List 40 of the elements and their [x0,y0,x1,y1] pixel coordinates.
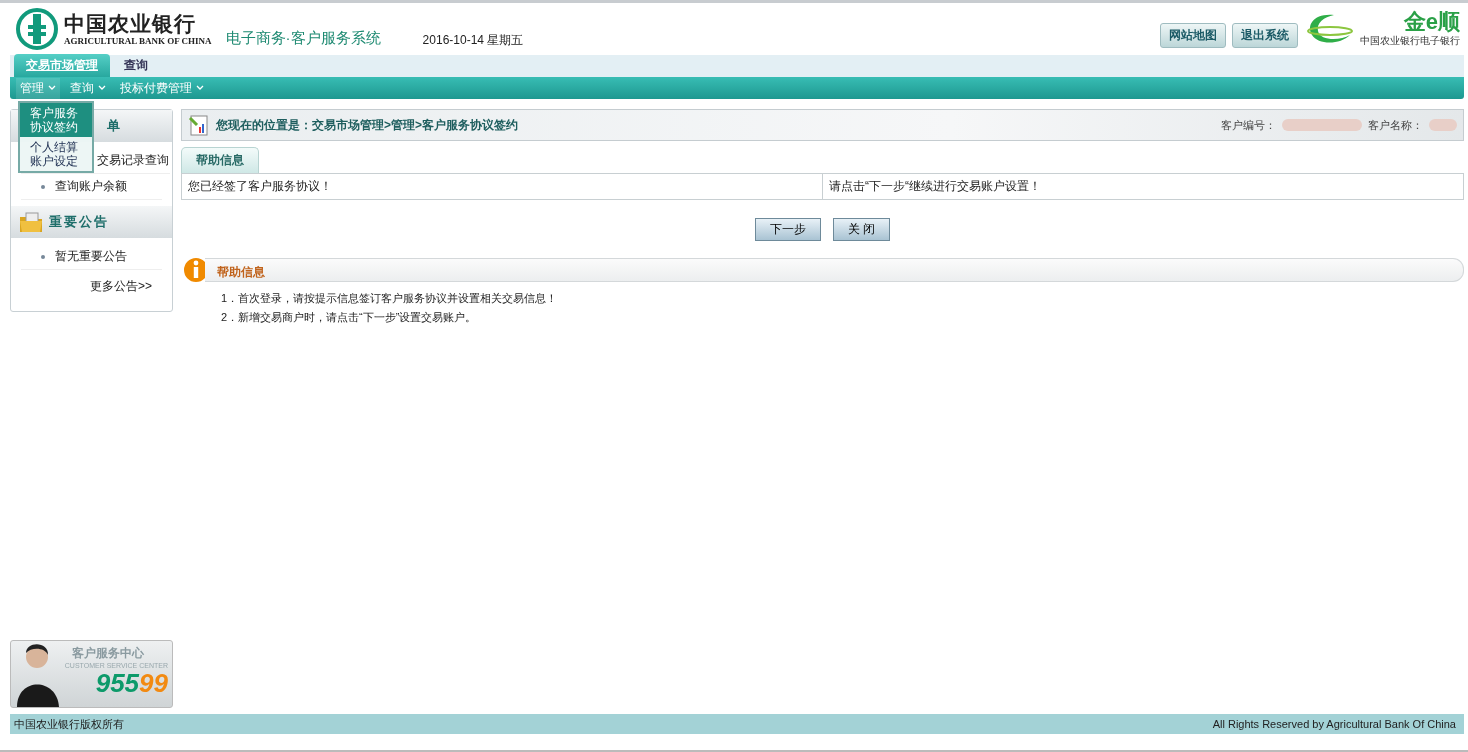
table-cell: 请点击“下一步“继续进行交易账户设置！ [822,174,1463,199]
panel-title: 重要公告 [49,213,109,231]
report-icon [188,114,210,136]
bank-name-english: AGRICULTURAL BANK OF CHINA [64,36,212,46]
customer-name-label: 客户名称： [1368,117,1423,133]
folder-icon [19,211,43,233]
header-button[interactable]: 网站地图 [1160,22,1226,48]
bank-name: 中国农业银行 [64,12,197,36]
bullet-icon [41,254,45,259]
brand-subtitle: 中国农业银行电子银行 [1360,34,1460,48]
action-button[interactable]: 关 闭 [832,218,891,241]
banner-title: 客户服务中心 [72,645,144,662]
caret-icon [98,85,106,91]
dropdown-item[interactable]: 个人结算账户设定 [20,137,92,171]
rights-text: All Rights Reserved by Agricultural Bank Of China [1212,718,1456,730]
dropdown-item[interactable]: 客户服务协议签约 [20,103,92,137]
date-text: 2016-10-14 星期五 [422,31,524,49]
brand-name: 金e顺 [1403,10,1460,34]
panel-title: 单 [107,117,122,135]
help-text: 1．首次登录，请按提示信息签订客户服务协议并设置相关交易信息！ [221,291,559,306]
breadcrumb-text: 您现在的位置是：交易市场管理>管理>客户服务协议签约 [216,116,518,134]
help-text: 2．新增交易商户时，请点击“下一步”设置交易账户。 [221,310,478,325]
phone-number: 95599 [95,669,168,697]
sidebar-link[interactable]: 暂无重要公告 [55,248,127,265]
sidebar-link[interactable]: 查询账户余额 [55,178,127,195]
copyright-text: 中国农业银行版权所有 [14,716,124,732]
table-cell-text: 您已经签了客户服务协议！ [187,178,333,195]
action-button[interactable]: 下一步 [754,218,821,241]
system-title: 电子商务·客户服务系统 [225,28,381,48]
more-link[interactable]: 更多公告>> [90,279,152,293]
sidebar-link[interactable]: 交易记录查询 [97,152,169,169]
help-title: 帮助信息 [217,264,265,281]
caret-icon [48,85,56,91]
caret-icon [196,85,204,91]
redacted-value [1429,119,1457,131]
bank-logo-icon [16,8,58,50]
header-button[interactable]: 退出系统 [1232,22,1298,48]
bullet-icon [41,184,45,189]
customer-id-label: 客户编号： [1221,117,1276,133]
nav-tab[interactable]: 查询 [116,54,156,77]
